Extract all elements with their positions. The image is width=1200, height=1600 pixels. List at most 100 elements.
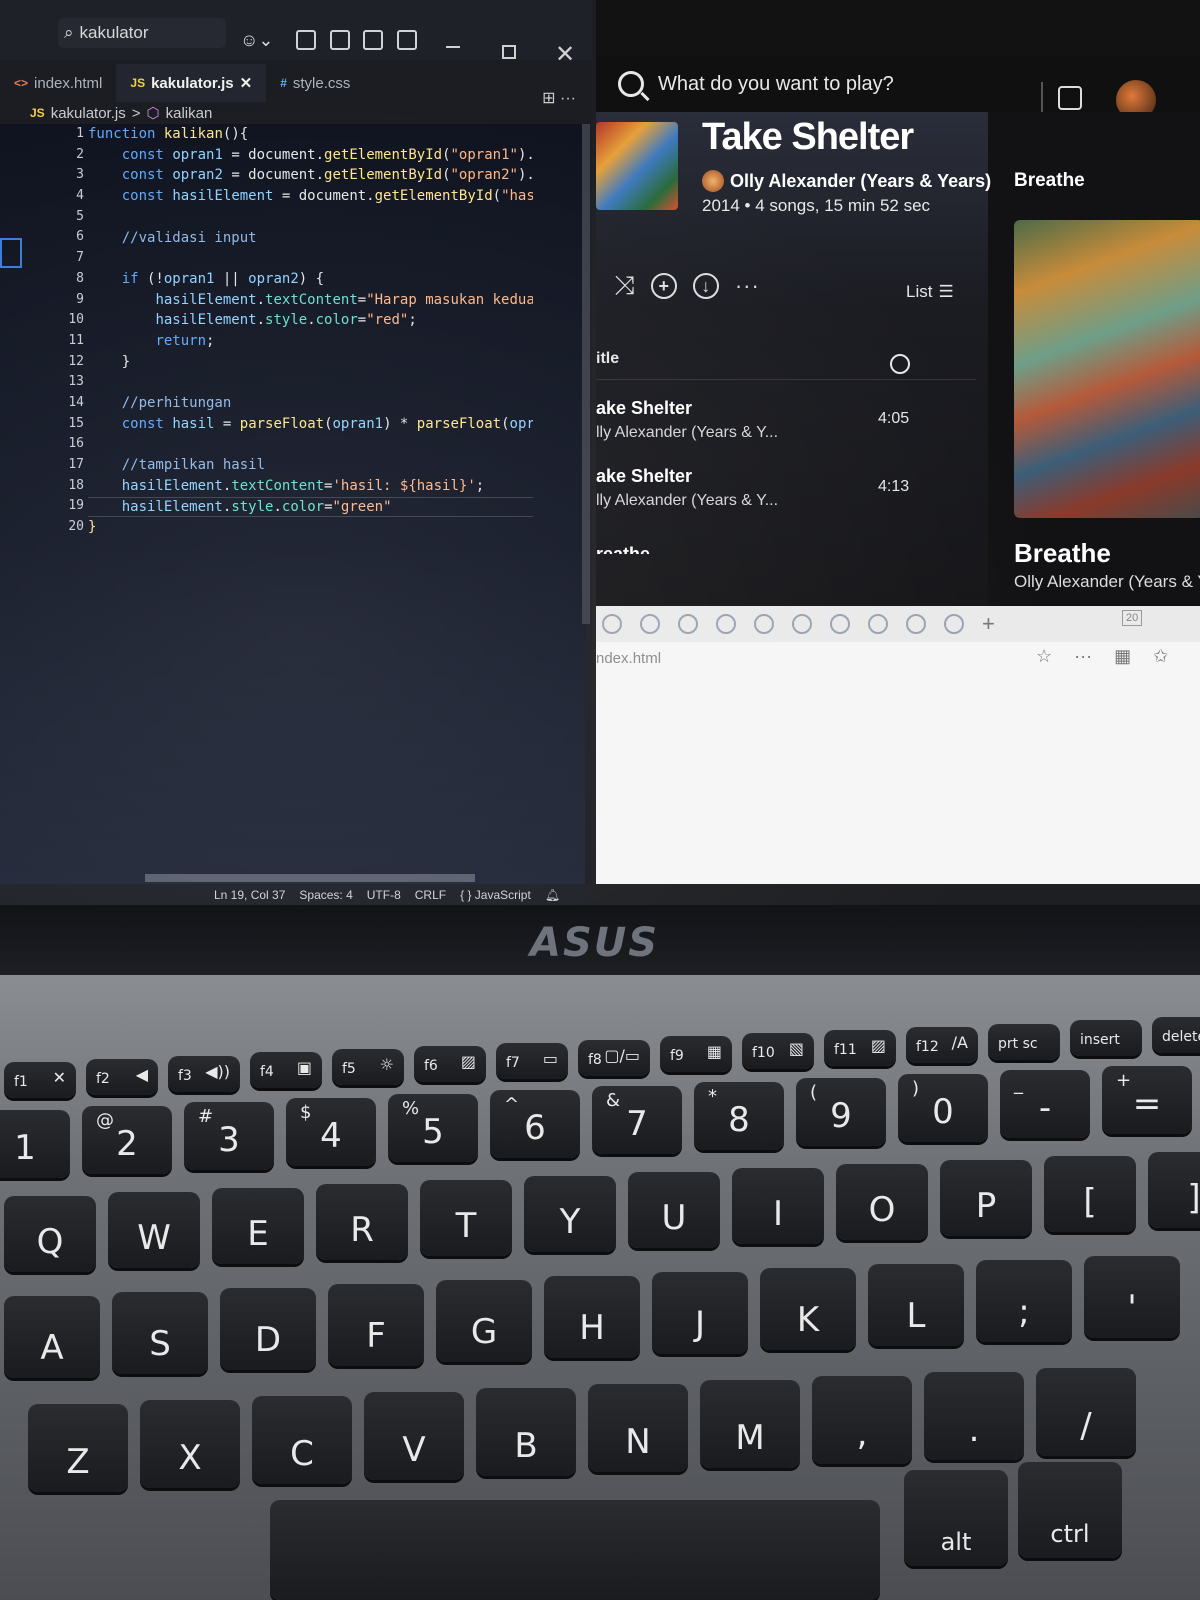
track-artist[interactable]: lly Alexander (Years & Y... [596,424,778,442]
add-to-library-icon[interactable]: + [650,273,677,299]
key-letter[interactable]: N [588,1384,688,1472]
key-number[interactable]: 5% [388,1094,478,1162]
key-letter[interactable]: G [436,1280,532,1362]
key-ctrl[interactable]: ctrl [1018,1462,1122,1558]
key-number[interactable]: 4 $ [286,1098,376,1166]
key-letter[interactable]: L [868,1264,964,1346]
key-letter[interactable]: S [112,1292,208,1374]
key-letter[interactable]: ] [1148,1152,1200,1228]
toggle-secondary-sidebar-icon[interactable] [363,30,383,50]
key-fn[interactable]: f1 ✕ [4,1062,76,1098]
key-fn[interactable]: prt sc [988,1023,1060,1060]
key-letter[interactable]: H [544,1276,640,1358]
view-mode-button[interactable]: List ☰ [906,282,954,302]
code-editor[interactable]: 1 2 3 4 5 6 7 8 9 10 11 12 13 14 15 16 17 18 19 20 function… [0,124,585,884]
now-playing-artist[interactable]: Olly Alexander (Years & Y [1014,572,1200,592]
encoding[interactable]: UTF-8 [367,888,401,902]
track-artist[interactable]: lly Alexander (Years & Y... [596,492,778,510]
code-content[interactable]: function kalikan(){ const opran1 = docum… [88,124,533,538]
key-letter[interactable]: J [652,1272,748,1354]
tab-kakulator-js[interactable]: JS kakulator.js ✕ [116,64,267,102]
command-center-search[interactable]: ⌕ kakulator [58,18,226,48]
copilot-icon[interactable]: ☺⌄ [240,30,273,51]
vertical-scrollbar[interactable] [582,124,590,624]
key-letter[interactable]: I [732,1168,824,1244]
key-number[interactable]: 8 * [694,1082,784,1150]
key-letter[interactable]: Z [28,1404,128,1492]
extensions-icon[interactable]: ▦ [1114,646,1131,667]
key-number[interactable]: - _ [1000,1070,1090,1138]
breadcrumb-symbol[interactable]: kalikan [166,105,213,122]
key-letter[interactable]: B [476,1388,576,1476]
track-row[interactable]: ake Shelter lly Alexander (Years & Y... … [596,398,976,458]
more-icon[interactable]: ··· [1074,646,1092,667]
globe-icon[interactable] [792,614,812,634]
key-letter[interactable]: / [1036,1368,1136,1456]
download-icon[interactable]: ↓ [692,273,719,299]
maximize-button[interactable] [502,45,516,59]
key-letter[interactable]: C [252,1396,352,1484]
now-playing-title[interactable]: Breathe [1014,538,1111,569]
spotify-search[interactable]: What do you want to play? [618,60,1038,108]
key-letter[interactable]: X [140,1400,240,1488]
key-letter[interactable]: ; [976,1260,1072,1342]
globe-icon[interactable] [906,614,926,634]
key-fn[interactable]: f8 ▢/▭ [578,1039,650,1076]
key-fn[interactable]: f5 ☼ [332,1049,404,1086]
key-fn[interactable]: f4 ▣ [250,1052,322,1089]
key-fn[interactable]: insert [1070,1020,1142,1057]
key-number[interactable]: 0) [898,1074,988,1142]
key-number[interactable]: 3 # [184,1102,274,1170]
key-letter[interactable]: E [212,1188,304,1264]
globe-icon[interactable] [868,614,888,634]
key-alt[interactable]: alt [904,1470,1008,1566]
favorite-icon[interactable]: ☆ [1036,646,1052,667]
key-number[interactable]: 9( [796,1078,886,1146]
language-mode[interactable]: { } JavaScript [460,888,531,902]
track-row-partial[interactable]: reathe [596,544,716,554]
key-letter[interactable]: R [316,1184,408,1260]
key-fn[interactable]: delete [1152,1017,1200,1054]
key-letter[interactable]: O [836,1164,928,1240]
key-fn[interactable]: f12/A [906,1026,978,1063]
tab-style-css[interactable]: # style.css [266,64,364,102]
split-editor-icon[interactable]: ⊞ ··· [542,88,576,108]
globe-icon[interactable] [640,614,660,634]
key-letter[interactable]: T [420,1180,512,1256]
key-letter[interactable]: . [924,1372,1024,1460]
globe-icon[interactable] [944,614,964,634]
search-input[interactable]: What do you want to play? [658,73,894,96]
favorites-icon[interactable]: ✩ [1153,646,1168,667]
key-letter[interactable]: Y [524,1176,616,1252]
globe-icon[interactable] [830,614,850,634]
bell-icon[interactable]: 🔔︎ [545,888,560,902]
globe-icon[interactable] [678,614,698,634]
close-tab-icon[interactable]: ✕ [240,74,253,92]
key-letter[interactable]: V [364,1392,464,1480]
globe-icon[interactable] [754,614,774,634]
key-number[interactable]: 7 & [592,1086,682,1154]
key-letter[interactable]: D [220,1288,316,1370]
spacebar[interactable] [270,1500,880,1600]
new-tab-button[interactable]: + [982,611,995,637]
key-letter[interactable]: K [760,1268,856,1350]
key-fn[interactable]: f7 ▭ [496,1042,568,1079]
toggle-sidebar-icon[interactable] [296,30,316,50]
breadcrumb-file[interactable]: kakulator.js [51,105,126,122]
more-options-button[interactable]: ··· [735,273,760,299]
key-fn[interactable]: f9 ▦ [660,1036,732,1073]
key-fn[interactable]: f11 ▨ [824,1030,896,1066]
inbox-icon[interactable] [1058,86,1082,110]
key-letter[interactable]: P [940,1160,1032,1236]
key-fn[interactable]: f6 ▨ [414,1046,486,1082]
key-fn[interactable]: f3 ◀)) [168,1055,240,1092]
tab-index-html[interactable]: <> index.html [0,64,116,102]
indentation[interactable]: Spaces: 4 [299,888,352,902]
key-number[interactable]: = + [1102,1066,1192,1134]
tab-count-badge[interactable]: 20 [1122,610,1143,626]
key-number[interactable]: 1 [0,1110,70,1178]
address-bar[interactable]: ndex.html [596,650,661,667]
globe-icon[interactable] [716,614,736,634]
customize-layout-icon[interactable] [397,30,417,50]
minimize-button[interactable] [446,46,460,48]
